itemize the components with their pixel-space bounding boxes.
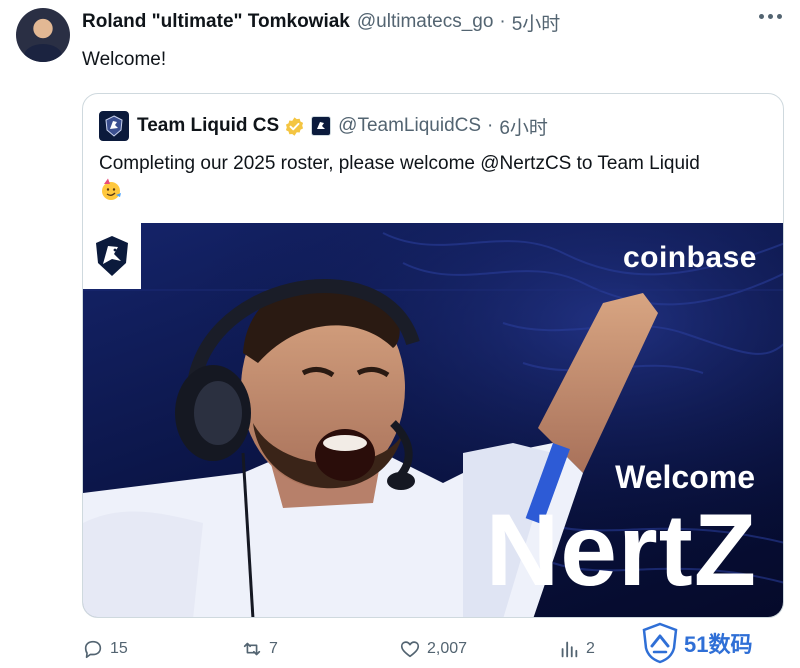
- watermark: 51数码: [640, 620, 752, 666]
- views-chart-icon: [561, 641, 578, 658]
- affiliate-badge-icon[interactable]: [311, 116, 332, 136]
- watermark-text: 51数码: [684, 632, 753, 657]
- tweet-header: Roland "ultimate" Tomkowiak @ultimatecs_…: [82, 9, 560, 35]
- views-count: 2: [586, 640, 595, 657]
- like-count: 2,007: [427, 640, 468, 657]
- team-liquid-logo-icon: [83, 223, 141, 289]
- reply-button[interactable]: 15: [82, 638, 128, 660]
- repost-icon: [243, 642, 261, 656]
- quote-header: Team Liquid CS @TeamLiquidCS · 6小时: [99, 111, 548, 141]
- repost-count: 7: [269, 640, 278, 657]
- shield-logo-icon: [642, 622, 678, 664]
- quote-separator-dot: ·: [487, 115, 494, 136]
- tweet-text: Welcome!: [82, 49, 167, 70]
- quote-text: Completing our 2025 roster, please welco…: [99, 150, 769, 207]
- author-handle[interactable]: @ultimatecs_go: [357, 11, 494, 33]
- quote-media-image[interactable]: coinbase Welcome NertZ: [83, 223, 783, 617]
- author-avatar[interactable]: [16, 8, 70, 62]
- party-face-emoji-icon: [102, 178, 121, 200]
- quote-author-handle[interactable]: @TeamLiquidCS: [338, 115, 481, 137]
- heart-icon: [400, 641, 420, 658]
- sponsor-logo: coinbase: [622, 241, 757, 274]
- team-liquid-horse-icon: [105, 115, 123, 137]
- quote-time[interactable]: 6小时: [499, 113, 548, 140]
- media-headline: Welcome: [615, 459, 755, 495]
- media-player-name: NertZ: [485, 493, 757, 607]
- separator-dot: ·: [499, 11, 506, 32]
- quote-author-avatar[interactable]: [99, 111, 129, 141]
- tweet-time[interactable]: 5小时: [512, 9, 561, 36]
- quote-author-name[interactable]: Team Liquid CS: [137, 115, 279, 137]
- like-button[interactable]: 2,007: [399, 638, 467, 660]
- quoted-tweet[interactable]: Team Liquid CS @TeamLiquidCS · 6小时 Compl…: [82, 93, 784, 618]
- quote-text-body: Completing our 2025 roster, please welco…: [99, 153, 700, 174]
- repost-button[interactable]: 7: [241, 638, 278, 660]
- reply-icon: [84, 640, 102, 659]
- verified-badge-icon: [286, 116, 304, 136]
- reply-count: 15: [110, 640, 128, 657]
- author-name[interactable]: Roland "ultimate" Tomkowiak: [82, 11, 350, 33]
- more-options-icon[interactable]: [759, 14, 782, 19]
- views-button[interactable]: 2: [558, 638, 595, 660]
